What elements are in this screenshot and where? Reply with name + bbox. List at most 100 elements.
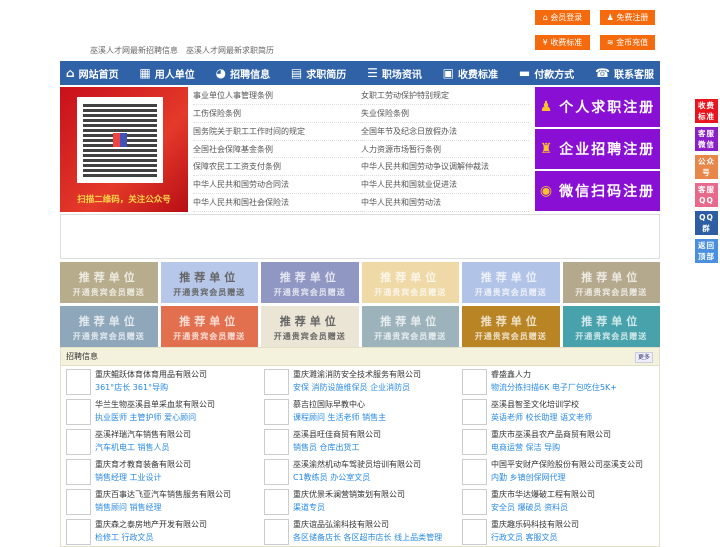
- company-logo[interactable]: [462, 429, 487, 455]
- law-link[interactable]: 事业单位人事管理条例: [193, 87, 361, 105]
- recommended-tile[interactable]: 推荐单位 开通贵宾会员赠送: [160, 306, 258, 347]
- job-listing[interactable]: 巫溪渝然机动车驾驶员培训有限公司 C1教练员 办公室文员: [264, 459, 462, 485]
- company-name[interactable]: 重庆市华达爆破工程有限公司: [491, 489, 595, 501]
- recommended-tile[interactable]: 推荐单位 开通贵宾会员赠送: [160, 262, 258, 303]
- job-listing[interactable]: 重庆育才教育装备有限公司 销售经理 工业设计: [66, 459, 264, 485]
- law-link[interactable]: 中华人民共和国劳动争议调解仲裁法: [361, 158, 529, 177]
- job-titles[interactable]: 内勤 乡镇创保网代理: [491, 471, 643, 484]
- sidebar-1[interactable]: 客服微信: [695, 127, 718, 151]
- recommended-tile[interactable]: 推荐单位 开通贵宾会员赠送: [562, 262, 660, 303]
- register-button[interactable]: ♜ 企业招聘注册: [535, 129, 660, 169]
- job-titles[interactable]: C1教练员 办公室文员: [293, 471, 421, 484]
- job-titles[interactable]: 汽车机电工 销售人员: [95, 441, 191, 454]
- company-name[interactable]: 中国平安财产保险股份有限公司巫溪支公司: [491, 459, 643, 471]
- recommended-tile[interactable]: 推荐单位 开通贵宾会员赠送: [261, 306, 359, 347]
- law-link[interactable]: 中华人民共和国就业促进法: [361, 176, 529, 195]
- job-titles[interactable]: 渠道专员: [293, 501, 405, 514]
- law-link[interactable]: 国务院关于职工工作时间的规定: [193, 123, 361, 141]
- recommended-tile[interactable]: 推荐单位 开通贵宾会员赠送: [60, 262, 158, 303]
- latest-jobs-link[interactable]: 巫溪人才网最新招聘信息: [90, 46, 178, 55]
- company-name[interactable]: 重庆优景禾澜营销策划有限公司: [293, 489, 405, 501]
- job-titles[interactable]: 执业医师 主管护师 爱心顾问: [95, 411, 215, 424]
- company-name[interactable]: 重庆森之泰房地产开发有限公司: [95, 519, 207, 531]
- sidebar-4[interactable]: QQ群: [695, 211, 718, 235]
- register-button[interactable]: ◉ 微信扫码注册: [535, 171, 660, 211]
- company-logo[interactable]: [462, 399, 487, 425]
- company-logo[interactable]: [66, 399, 91, 425]
- nav-item[interactable]: ☎ 联系客服: [595, 66, 654, 81]
- company-logo[interactable]: [66, 519, 91, 545]
- job-titles[interactable]: 物流分拣扫描6K 电子厂包吃住5K+: [491, 381, 617, 394]
- law-link[interactable]: 全国年节及纪念日放假办法: [361, 123, 529, 141]
- company-logo[interactable]: [462, 369, 487, 395]
- nav-item[interactable]: ▣ 收费标准: [443, 66, 498, 81]
- job-listing[interactable]: 睿盛鑫人力 物流分拣扫描6K 电子厂包吃住5K+: [462, 369, 660, 395]
- sidebar-3[interactable]: 客服QQ号: [695, 183, 718, 216]
- company-name[interactable]: 重庆市巫溪县农产品商贸有限公司: [491, 429, 611, 441]
- job-listing[interactable]: 慕吉拉国际早教中心 课程顾问 生活老师 销售主: [264, 399, 462, 425]
- company-logo[interactable]: [66, 369, 91, 395]
- job-listing[interactable]: 中国平安财产保险股份有限公司巫溪支公司 内勤 乡镇创保网代理: [462, 459, 660, 485]
- job-listing[interactable]: 华兰生物巫溪县单采血浆有限公司 执业医师 主管护师 爱心顾问: [66, 399, 264, 425]
- company-name[interactable]: 重庆趣乐码科技有限公司: [491, 519, 579, 531]
- sidebar-0[interactable]: 收费标准: [695, 99, 718, 123]
- company-name[interactable]: 巫溪县旺佳商贸有限公司: [293, 429, 381, 441]
- job-listing[interactable]: 巫溪祥瑞汽车销售有限公司 汽车机电工 销售人员: [66, 429, 264, 455]
- job-titles[interactable]: 销售顾问 销售经理: [95, 501, 231, 514]
- job-listing[interactable]: 巫溪县智圣文化培训学校 英语老师 校长助理 语文老师: [462, 399, 660, 425]
- job-listing[interactable]: 重庆市巫溪县农产品商贸有限公司 电商运营 保洁 导购: [462, 429, 660, 455]
- job-titles[interactable]: 销售员 仓库出货工: [293, 441, 381, 454]
- recommended-tile[interactable]: 推荐单位 开通贵宾会员赠送: [361, 306, 459, 347]
- law-link[interactable]: 工伤保险条例: [193, 105, 361, 123]
- nav-item[interactable]: ⌂ 网站首页: [66, 66, 119, 81]
- job-listing[interactable]: 重庆鲲跃体育体育用品有限公司 361°店长 361°导购: [66, 369, 264, 395]
- job-listing[interactable]: 重庆百事达飞亚汽车销售服务有限公司 销售顾问 销售经理: [66, 489, 264, 515]
- company-logo[interactable]: [66, 459, 91, 485]
- company-name[interactable]: 巫溪渝然机动车驾驶员培训有限公司: [293, 459, 421, 471]
- company-logo[interactable]: [264, 399, 289, 425]
- recharge-button[interactable]: ≋ 金币充值: [600, 35, 655, 50]
- recommended-tile[interactable]: 推荐单位 开通贵宾会员赠送: [462, 306, 560, 347]
- job-titles[interactable]: 检修工 行政文员: [95, 531, 207, 544]
- job-listing[interactable]: 重庆濉渝消防安全技术服务有限公司 安保 消防设施维保员 企业消防员: [264, 369, 462, 395]
- job-listing[interactable]: 重庆趣乐码科技有限公司 行政文员 客服文员: [462, 519, 660, 545]
- recommended-tile[interactable]: 推荐单位 开通贵宾会员赠送: [60, 306, 158, 347]
- company-logo[interactable]: [462, 459, 487, 485]
- nav-item[interactable]: ▬ 付款方式: [519, 66, 574, 81]
- job-titles[interactable]: 安全员 爆破员 资料员: [491, 501, 595, 514]
- job-titles[interactable]: 课程顾问 生活老师 销售主: [293, 411, 386, 424]
- law-link[interactable]: 中华人民共和国劳动法: [361, 194, 529, 212]
- law-link[interactable]: 女职工劳动保护特别规定: [361, 87, 529, 105]
- pricing-button[interactable]: ¥ 收费标准: [535, 35, 590, 50]
- nav-item[interactable]: ◕ 招聘信息: [216, 66, 270, 81]
- company-name[interactable]: 睿盛鑫人力: [491, 369, 617, 381]
- job-listing[interactable]: 重庆谊品弘渝科技有限公司 各区储备店长 各区超市店长 线上品类管理: [264, 519, 462, 545]
- company-name[interactable]: 巫溪祥瑞汽车销售有限公司: [95, 429, 191, 441]
- recommended-tile[interactable]: 推荐单位 开通贵宾会员赠送: [361, 262, 459, 303]
- company-name[interactable]: 重庆育才教育装备有限公司: [95, 459, 191, 471]
- job-listing[interactable]: 重庆市华达爆破工程有限公司 安全员 爆破员 资料员: [462, 489, 660, 515]
- company-name[interactable]: 重庆百事达飞亚汽车销售服务有限公司: [95, 489, 231, 501]
- company-name[interactable]: 慕吉拉国际早教中心: [293, 399, 386, 411]
- sidebar-2[interactable]: 公众号: [695, 155, 718, 179]
- law-link[interactable]: 失业保险条例: [361, 105, 529, 123]
- law-link[interactable]: 中华人民共和国劳动合同法: [193, 176, 361, 195]
- nav-item[interactable]: ☰ 职场资讯: [367, 66, 422, 81]
- job-listing[interactable]: 重庆优景禾澜营销策划有限公司 渠道专员: [264, 489, 462, 515]
- recommended-tile[interactable]: 推荐单位 开通贵宾会员赠送: [462, 262, 560, 303]
- company-logo[interactable]: [264, 519, 289, 545]
- job-listing[interactable]: 巫溪县旺佳商贸有限公司 销售员 仓库出货工: [264, 429, 462, 455]
- company-logo[interactable]: [66, 429, 91, 455]
- company-logo[interactable]: [264, 489, 289, 515]
- law-link[interactable]: 人力资源市场暂行条例: [361, 141, 529, 159]
- law-link[interactable]: 全国社会保障基金条例: [193, 141, 361, 159]
- more-link[interactable]: 更多: [634, 352, 653, 363]
- job-listing[interactable]: 重庆森之泰房地产开发有限公司 检修工 行政文员: [66, 519, 264, 545]
- company-name[interactable]: 重庆濉渝消防安全技术服务有限公司: [293, 369, 421, 381]
- company-name[interactable]: 重庆谊品弘渝科技有限公司: [293, 519, 442, 531]
- member-login-button[interactable]: ⌂ 会员登录: [535, 10, 590, 25]
- sidebar-5[interactable]: 返回顶部: [695, 239, 718, 263]
- company-logo[interactable]: [264, 459, 289, 485]
- nav-item[interactable]: ▤ 求职简历: [291, 66, 346, 81]
- job-titles[interactable]: 361°店长 361°导购: [95, 381, 207, 394]
